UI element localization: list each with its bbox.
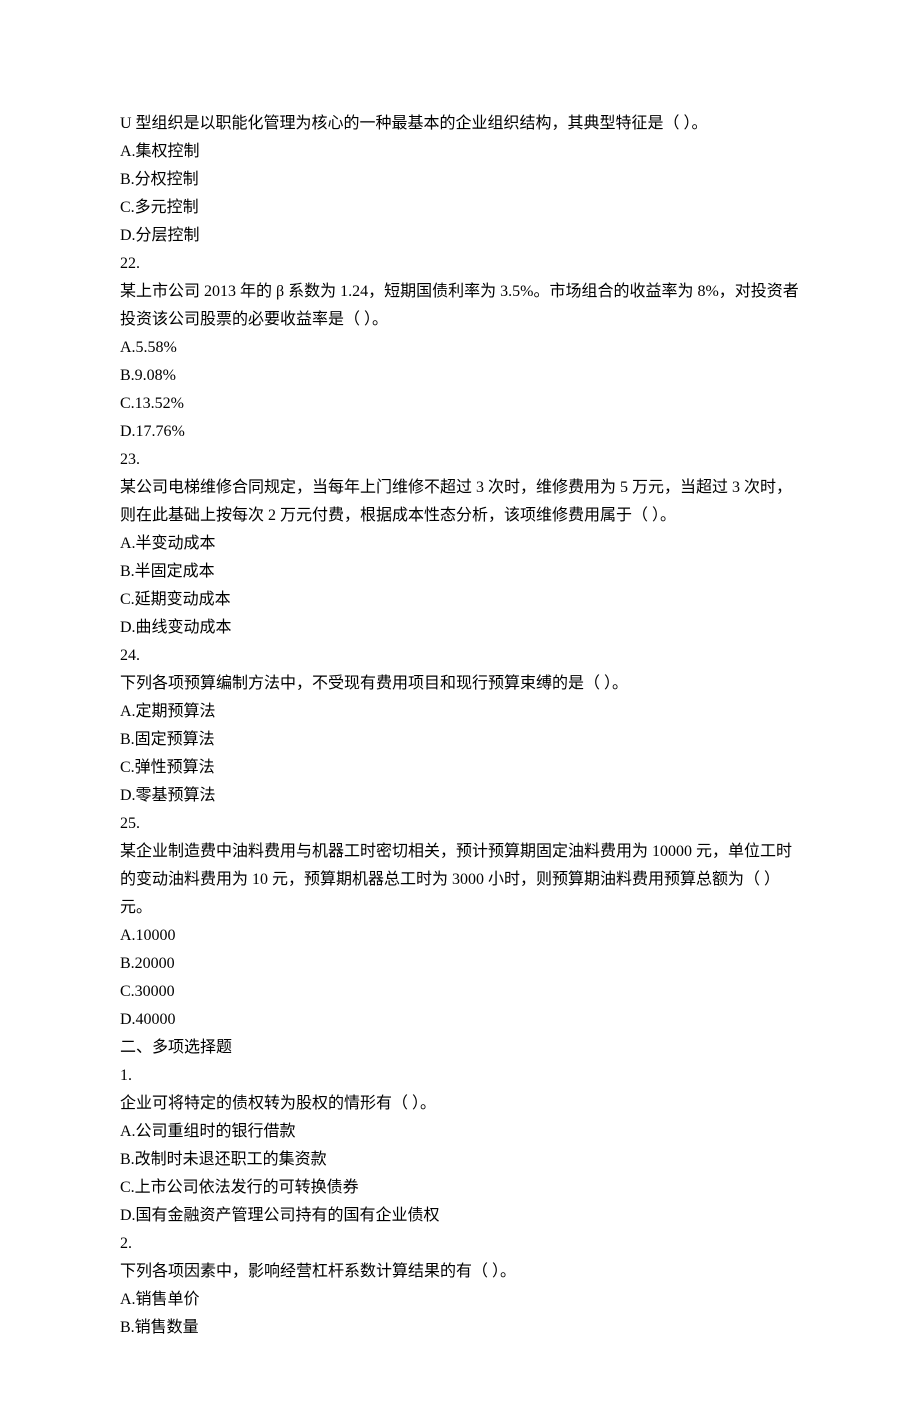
option-b: B.20000	[120, 950, 800, 978]
question-number: 24.	[120, 642, 800, 670]
option-a: A.销售单价	[120, 1286, 800, 1314]
option-b: B.固定预算法	[120, 726, 800, 754]
question-stem: 某公司电梯维修合同规定，当每年上门维修不超过 3 次时，维修费用为 5 万元，当…	[120, 474, 800, 530]
question-stem: 某企业制造费中油料费用与机器工时密切相关，预计预算期固定油料费用为 10000 …	[120, 838, 800, 922]
option-c: C.30000	[120, 978, 800, 1006]
question-stem: U 型组织是以职能化管理为核心的一种最基本的企业组织结构，其典型特征是（ ）。	[120, 110, 800, 138]
question-number: 2.	[120, 1230, 800, 1258]
question-number: 25.	[120, 810, 800, 838]
option-d: D.40000	[120, 1006, 800, 1034]
question-stem: 下列各项预算编制方法中，不受现有费用项目和现行预算束缚的是（ ）。	[120, 670, 800, 698]
option-b: B.9.08%	[120, 362, 800, 390]
option-a: A.公司重组时的银行借款	[120, 1118, 800, 1146]
section-heading: 二、多项选择题	[120, 1034, 800, 1062]
option-a: A.集权控制	[120, 138, 800, 166]
option-c: C.13.52%	[120, 390, 800, 418]
question-number: 22.	[120, 250, 800, 278]
question-number: 1.	[120, 1062, 800, 1090]
option-c: C.延期变动成本	[120, 586, 800, 614]
option-b: B.分权控制	[120, 166, 800, 194]
option-c: C.多元控制	[120, 194, 800, 222]
option-d: D.曲线变动成本	[120, 614, 800, 642]
question-number: 23.	[120, 446, 800, 474]
option-b: B.销售数量	[120, 1314, 800, 1342]
option-a: A.5.58%	[120, 334, 800, 362]
option-a: A.10000	[120, 922, 800, 950]
option-d: D.零基预算法	[120, 782, 800, 810]
question-stem: 企业可将特定的债权转为股权的情形有（ ）。	[120, 1090, 800, 1118]
option-d: D.分层控制	[120, 222, 800, 250]
option-c: C.弹性预算法	[120, 754, 800, 782]
question-stem: 下列各项因素中，影响经营杠杆系数计算结果的有（ ）。	[120, 1258, 800, 1286]
option-c: C.上市公司依法发行的可转换债券	[120, 1174, 800, 1202]
option-d: D.国有金融资产管理公司持有的国有企业债权	[120, 1202, 800, 1230]
option-a: A.半变动成本	[120, 530, 800, 558]
option-d: D.17.76%	[120, 418, 800, 446]
question-stem: 某上市公司 2013 年的 β 系数为 1.24，短期国债利率为 3.5%。市场…	[120, 278, 800, 334]
option-b: B.半固定成本	[120, 558, 800, 586]
option-a: A.定期预算法	[120, 698, 800, 726]
document-page: U 型组织是以职能化管理为核心的一种最基本的企业组织结构，其典型特征是（ ）。 …	[0, 0, 920, 1402]
option-b: B.改制时未退还职工的集资款	[120, 1146, 800, 1174]
